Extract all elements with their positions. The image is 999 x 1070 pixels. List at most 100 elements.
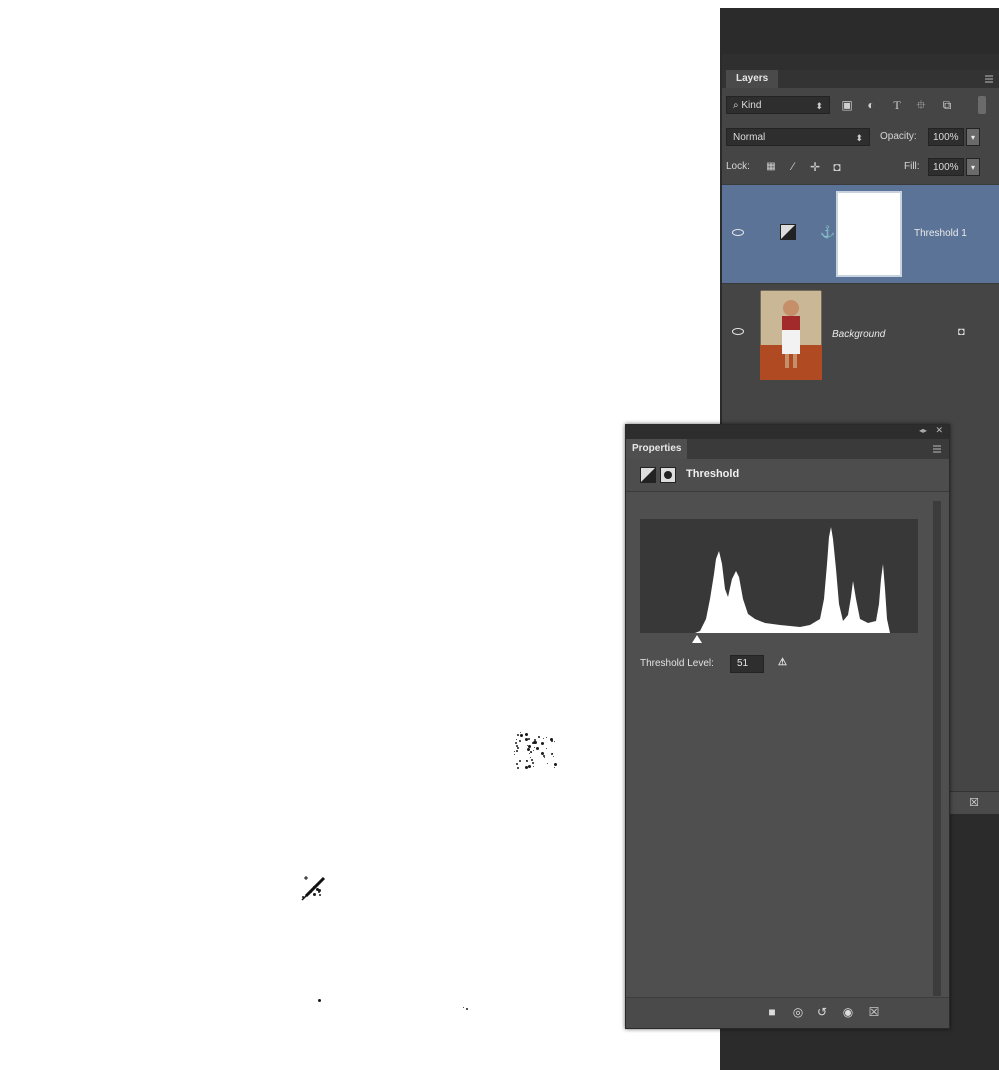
speck	[551, 740, 554, 743]
speck	[527, 737, 530, 740]
view-previous-icon[interactable]: ◎	[788, 1005, 808, 1019]
document-canvas[interactable]	[0, 0, 720, 1070]
eye-icon[interactable]	[732, 229, 744, 236]
collapse-icon[interactable]: ◂▸	[919, 426, 927, 435]
speck	[516, 746, 519, 749]
filter-kind-label: Kind	[741, 100, 762, 111]
speck	[536, 747, 540, 751]
opacity-slider-button[interactable]: ▾	[966, 128, 980, 146]
properties-titlebar[interactable]: ◂▸ ✕	[626, 425, 949, 439]
filter-toggle-switch[interactable]	[978, 96, 986, 114]
speck	[518, 760, 521, 763]
speck	[516, 763, 519, 766]
panel-menu-icon[interactable]	[933, 445, 943, 453]
lock-pixels-icon[interactable]: ∕	[784, 158, 802, 176]
speck	[541, 741, 545, 745]
fill-slider-button[interactable]: ▾	[966, 158, 980, 176]
trash-icon[interactable]: ☒	[969, 796, 979, 809]
blend-mode-value: Normal	[733, 132, 766, 143]
shape-filter-icon[interactable]: ⯐	[912, 96, 930, 114]
fill-input[interactable]: 100%	[928, 158, 964, 176]
blend-mode-dropdown[interactable]: Normal ⬍	[726, 128, 870, 146]
speck	[516, 767, 519, 770]
layer-thumbnail	[760, 290, 822, 380]
fill-label: Fill:	[904, 161, 920, 172]
visibility-icon[interactable]: ◉	[838, 1005, 858, 1019]
panel-menu-icon[interactable]	[985, 75, 995, 83]
padlock-icon: ◘	[958, 326, 965, 338]
clip-to-layer-icon[interactable]: ■	[762, 1005, 782, 1019]
properties-scrollbar[interactable]	[933, 501, 941, 996]
speck	[514, 753, 516, 755]
adjustment-title: Threshold	[686, 468, 740, 480]
threshold-slider-handle[interactable]	[692, 635, 702, 643]
speck	[529, 751, 532, 754]
speck	[520, 733, 524, 737]
threshold-histogram	[640, 519, 918, 633]
layer-filter-row: ⌕ Kind ⬍ ▣ ◐ T ⯐ ⧉	[722, 90, 999, 120]
speck	[463, 1006, 465, 1008]
eye-icon[interactable]	[732, 328, 744, 335]
speck	[534, 746, 536, 748]
threshold-level-input[interactable]: 51	[730, 655, 764, 673]
properties-tabbar: Properties	[626, 439, 949, 459]
lock-label: Lock:	[726, 161, 750, 172]
opacity-input[interactable]: 100%	[928, 128, 964, 146]
speck	[530, 756, 532, 758]
speck	[553, 762, 557, 766]
warning-icon[interactable]: ⚠	[778, 657, 787, 668]
speck	[551, 753, 554, 756]
speck	[553, 740, 555, 742]
speck	[545, 737, 547, 739]
speck	[465, 1007, 468, 1010]
speck	[318, 999, 322, 1003]
lock-position-icon[interactable]: ✛	[806, 158, 824, 176]
speck	[532, 766, 534, 768]
lock-row: Lock: ▦ ∕ ✛ ◘ Fill: 100% ▾	[722, 152, 999, 182]
layer-row-threshold[interactable]: ⚓ Threshold 1	[722, 184, 999, 283]
lock-transparent-icon[interactable]: ▦	[762, 158, 780, 176]
speck	[552, 755, 554, 757]
eyedropper-cursor-icon	[301, 876, 326, 901]
speck	[550, 737, 554, 741]
speck	[533, 740, 537, 744]
image-filter-icon[interactable]: ▣	[838, 96, 856, 114]
smart-object-filter-icon[interactable]: ⧉	[938, 96, 956, 114]
histogram-graph	[640, 527, 890, 633]
speck	[554, 766, 556, 768]
mask-icon[interactable]	[660, 467, 676, 483]
threshold-level-label: Threshold Level:	[640, 658, 714, 669]
filter-kind-dropdown[interactable]: ⌕ Kind ⬍	[726, 96, 830, 114]
speck	[513, 751, 515, 753]
speck	[516, 749, 519, 752]
speck	[527, 765, 531, 769]
properties-panel: ◂▸ ✕ Properties Threshold Threshold Leve…	[625, 424, 950, 1029]
type-filter-icon[interactable]: T	[888, 96, 906, 114]
layer-mask-thumbnail[interactable]	[836, 191, 902, 277]
layer-name[interactable]: Threshold 1	[914, 227, 967, 241]
speck	[546, 762, 548, 764]
trash-icon[interactable]: ☒	[864, 1005, 884, 1019]
opacity-label: Opacity:	[880, 131, 917, 142]
speck	[537, 736, 540, 739]
tab-layers[interactable]: Layers	[726, 70, 779, 88]
threshold-adjustment-icon	[780, 224, 796, 240]
speck	[530, 759, 533, 762]
link-icon[interactable]: ⚓	[820, 225, 835, 239]
properties-header: Threshold	[626, 459, 949, 492]
threshold-adjustment-icon	[640, 467, 656, 483]
properties-footer: ■ ◎ ↺ ◉ ☒	[626, 997, 949, 1028]
tab-properties[interactable]: Properties	[626, 439, 688, 459]
speck	[524, 733, 528, 737]
lock-all-icon[interactable]: ◘	[828, 158, 846, 176]
close-icon[interactable]: ✕	[935, 425, 943, 436]
speck	[518, 740, 521, 743]
reset-icon[interactable]: ↺	[812, 1005, 832, 1019]
layer-name[interactable]: Background	[832, 328, 885, 342]
adjustment-filter-icon[interactable]: ◐	[862, 96, 880, 114]
layer-row-background[interactable]: Background ◘	[722, 283, 999, 382]
speck	[528, 753, 530, 755]
speck	[532, 761, 535, 764]
chevron-updown-icon: ⬍	[855, 133, 863, 143]
speck	[516, 734, 519, 737]
